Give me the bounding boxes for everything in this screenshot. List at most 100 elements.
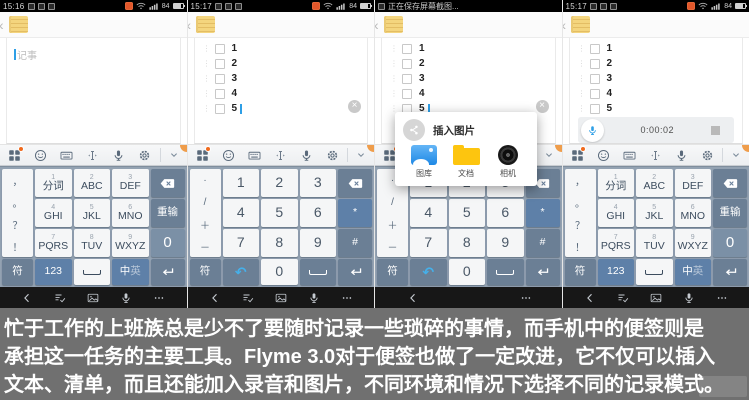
checklist-row[interactable]: ⋮2 [382,56,555,71]
punctuation-keys[interactable]: ，。？！ [2,169,33,257]
keyboard-key[interactable]: 1分词 [35,169,72,197]
keyboard-icon[interactable] [54,149,80,162]
keyboard-key[interactable]: 2 [261,169,298,197]
back-icon[interactable] [21,292,33,304]
back-chevron[interactable]: ‹ [187,18,192,32]
keyboard-key[interactable]: # [338,229,372,257]
image-icon[interactable] [87,292,99,304]
chevron-down-icon[interactable] [538,149,560,161]
keyboard-key[interactable] [487,259,524,285]
keyboard-key[interactable]: 5 [261,199,298,227]
keyboard-key[interactable] [526,259,560,285]
back-icon[interactable] [209,292,221,304]
keyboard-key[interactable]: 符 [2,259,33,285]
checklist-row[interactable]: ⋮1 [570,41,743,56]
keyboard-key[interactable]: 8TUV [636,229,673,257]
keyboard-key[interactable]: 5JKL [74,199,111,227]
drag-handle-icon[interactable]: ⋮ [578,75,583,83]
keyboard-key[interactable]: 4GHI [598,199,635,227]
keyboard-key[interactable]: 2ABC [74,169,111,197]
checklist-row[interactable]: ⋮3 [195,71,368,86]
checklist-row[interactable]: ⋮4 [195,86,368,101]
checkbox[interactable] [215,74,225,84]
settings-icon[interactable] [319,149,345,162]
keyboard-key[interactable]: 3DEF [112,169,149,197]
keyboard-key[interactable]: 重输 [713,199,747,227]
mic-icon[interactable] [106,149,132,162]
keyboard-key[interactable]: 7 [223,229,260,257]
keyboard-key[interactable] [151,259,185,285]
mic-icon[interactable] [293,149,319,162]
keyboard-key[interactable]: 4 [410,199,447,227]
emoji-icon[interactable] [215,149,241,162]
checkbox[interactable] [402,44,412,54]
keyboard-key[interactable]: 6MNO [112,199,149,227]
keyboard-key[interactable]: 符 [377,259,408,285]
keyboard-key[interactable] [713,169,747,197]
keyboard-key[interactable]: 6 [487,199,524,227]
keyboard-key[interactable]: 0 [713,229,747,257]
keyboard-key[interactable]: 9 [487,229,524,257]
drag-handle-icon[interactable]: ⋮ [203,90,208,98]
keyboard-key[interactable]: # [526,229,560,257]
checkbox[interactable] [402,89,412,99]
checkbox[interactable] [590,104,600,114]
apps-grid-icon[interactable] [565,149,591,162]
drag-handle-icon[interactable]: ⋮ [390,60,395,68]
keyboard-key[interactable] [713,259,747,285]
text-cursor-icon[interactable] [642,149,668,162]
keyboard-key[interactable]: 0 [449,259,486,285]
keyboard-key[interactable]: 0 [261,259,298,285]
mic-icon[interactable] [120,292,132,304]
checkbox[interactable] [590,74,600,84]
checkbox[interactable] [590,89,600,99]
checklist-row[interactable]: ⋮1 [195,41,368,56]
emoji-icon[interactable] [28,149,54,162]
popup-option-gallery[interactable]: 图库 [408,145,440,179]
drag-handle-icon[interactable]: ⋮ [203,60,208,68]
keyboard-key[interactable]: 123 [35,259,72,285]
drag-handle-icon[interactable]: ⋮ [390,45,395,53]
keyboard-key[interactable]: 6MNO [675,199,712,227]
keyboard-key[interactable] [74,259,111,285]
keyboard-key[interactable]: 8 [449,229,486,257]
checklist-row[interactable]: ⋮2 [570,56,743,71]
checkbox[interactable] [215,89,225,99]
keyboard-key[interactable] [338,169,372,197]
image-icon[interactable] [650,292,662,304]
checkbox[interactable] [402,74,412,84]
keyboard-key[interactable]: 3DEF [675,169,712,197]
drag-handle-icon[interactable]: ⋮ [203,105,208,113]
back-icon[interactable] [407,292,419,304]
note-input[interactable]: 记事 [7,38,180,71]
checkbox[interactable] [590,59,600,69]
checkbox[interactable] [215,59,225,69]
keyboard-key[interactable]: 8TUV [74,229,111,257]
back-chevron[interactable]: ‹ [562,18,567,32]
keyboard-key[interactable]: 符 [565,259,596,285]
checklist-row[interactable]: ⋮4 [382,86,555,101]
mic-icon[interactable] [668,149,694,162]
checklist-row[interactable]: ⋮2 [195,56,368,71]
back-icon[interactable] [584,292,596,304]
keyboard-key[interactable]: 5JKL [636,199,673,227]
text-cursor-icon[interactable] [80,149,106,162]
checklist-row[interactable]: ⋮3 [570,71,743,86]
clear-button[interactable]: × [348,100,361,113]
keyboard-key[interactable]: 重输 [151,199,185,227]
keyboard-key[interactable]: 8 [261,229,298,257]
popup-option-camera[interactable]: 相机 [492,145,524,179]
mic-button[interactable] [581,119,604,142]
keyboard-icon[interactable] [616,149,642,162]
drag-handle-icon[interactable]: ⋮ [203,75,208,83]
keyboard-key[interactable]: ↶ [410,259,447,285]
chevron-down-icon[interactable] [163,149,185,161]
checkbox[interactable] [215,104,225,114]
image-icon[interactable] [275,292,287,304]
checklist-row[interactable]: ⋮5 [195,101,368,116]
settings-icon[interactable] [694,149,720,162]
checklist-row[interactable]: ⋮4 [570,86,743,101]
checkbox[interactable] [215,44,225,54]
settings-icon[interactable] [132,149,158,162]
checklist-icon[interactable] [617,292,629,304]
